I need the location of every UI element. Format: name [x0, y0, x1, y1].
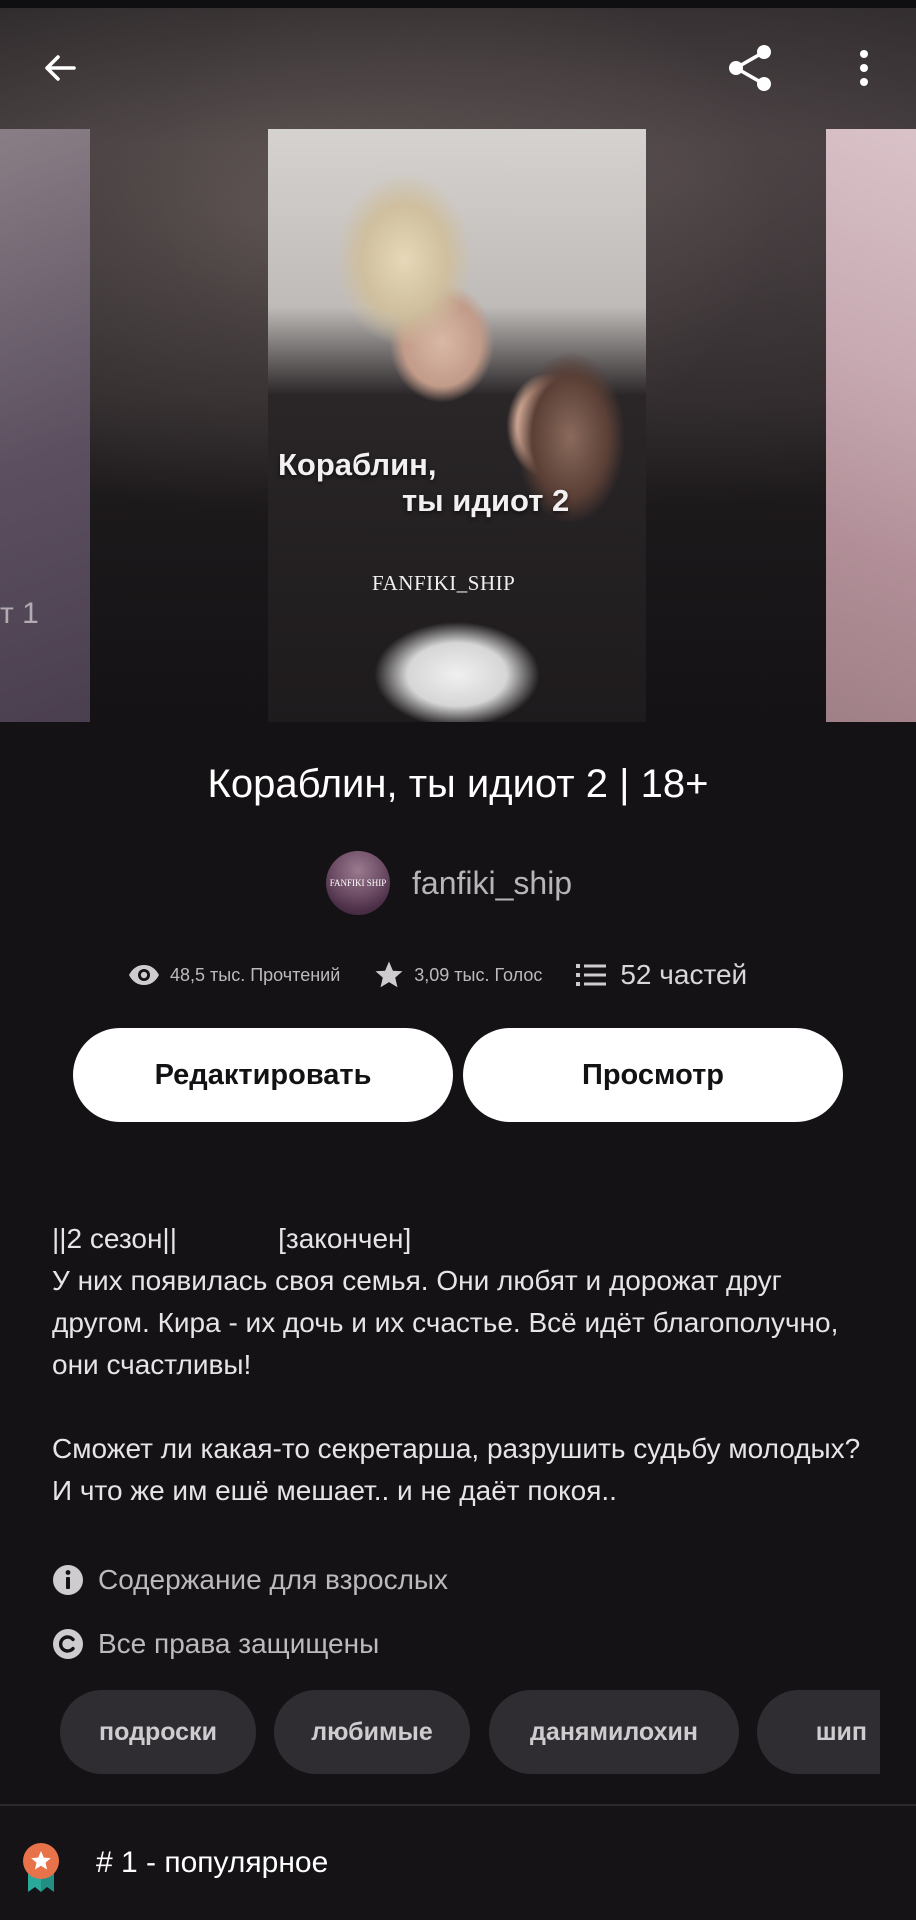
votes-count: 3,09 тыс. Голос: [414, 964, 543, 985]
previous-cover[interactable]: т 1: [0, 129, 90, 722]
next-cover[interactable]: [826, 129, 916, 722]
mature-content-label: Содержание для взрослых: [98, 1564, 449, 1595]
back-arrow-icon: [45, 55, 76, 81]
more-options-button[interactable]: [832, 36, 896, 100]
mature-content-row: Содержание для взрослых: [52, 1560, 448, 1600]
edit-button[interactable]: Редактировать: [73, 1028, 453, 1122]
hero-header: т 1 Кораблин, ты идиот 2 FANFIKI_SHIP: [0, 0, 916, 722]
author-link[interactable]: FANFIKI SHIP fanfiki_ship: [326, 849, 572, 917]
info-icon: [53, 1565, 83, 1595]
more-vertical-icon: [860, 50, 868, 86]
cover-title: Кораблин, ты идиот 2: [278, 447, 598, 519]
cover-brand: FANFIKI_SHIP: [372, 571, 516, 595]
view-button[interactable]: Просмотр: [463, 1028, 843, 1122]
tag-chip[interactable]: подроски: [60, 1690, 256, 1774]
story-description: ||2 сезон|| [закончен] У них появилась с…: [52, 1223, 861, 1506]
copyright-icon: [53, 1629, 83, 1659]
cover-title-line2: ты идиот 2: [402, 483, 570, 518]
story-cover[interactable]: Кораблин, ты идиот 2 FANFIKI_SHIP: [268, 129, 646, 722]
copyright-label: Все права защищены: [98, 1628, 380, 1659]
copyright-row: Все права защищены: [52, 1624, 379, 1664]
tag-chip[interactable]: любимые: [274, 1690, 470, 1774]
ranking-label[interactable]: # 1 - популярное: [96, 1846, 328, 1880]
reads-count: 48,5 тыс. Прочтений: [170, 964, 341, 985]
author-avatar[interactable]: FANFIKI SHIP: [326, 851, 390, 915]
back-button[interactable]: [28, 36, 92, 100]
parts-stat[interactable]: 52 частей: [576, 959, 747, 991]
share-button[interactable]: [718, 36, 782, 100]
eye-icon: [129, 965, 159, 985]
list-icon: [576, 964, 607, 986]
tag-list: подроски любимые данямилохин шип: [60, 1690, 880, 1774]
story-stats: 48,5 тыс. Прочтений 3,09 тыс. Голос 52 ч…: [128, 950, 747, 1000]
reads-stat: 48,5 тыс. Прочтений: [128, 964, 340, 986]
share-icon: [729, 45, 771, 91]
avatar-text: FANFIKI SHIP: [329, 878, 387, 888]
votes-stat: 3,09 тыс. Голос: [374, 960, 542, 990]
status-strip: [0, 0, 916, 8]
cover-title-line1: Кораблин,: [278, 447, 437, 482]
tag-chip[interactable]: шип: [757, 1690, 880, 1774]
previous-cover-text: т 1: [0, 597, 39, 630]
parts-count[interactable]: 52 частей: [620, 959, 747, 991]
story-title: Кораблин, ты идиот 2 | 18+: [207, 762, 709, 806]
tag-chip[interactable]: данямилохин: [489, 1690, 739, 1774]
ranking-badge-icon: [23, 1843, 59, 1892]
author-name[interactable]: fanfiki_ship: [412, 865, 572, 902]
ranking-row[interactable]: # 1 - популярное: [0, 1806, 916, 1920]
star-icon: [375, 961, 403, 988]
